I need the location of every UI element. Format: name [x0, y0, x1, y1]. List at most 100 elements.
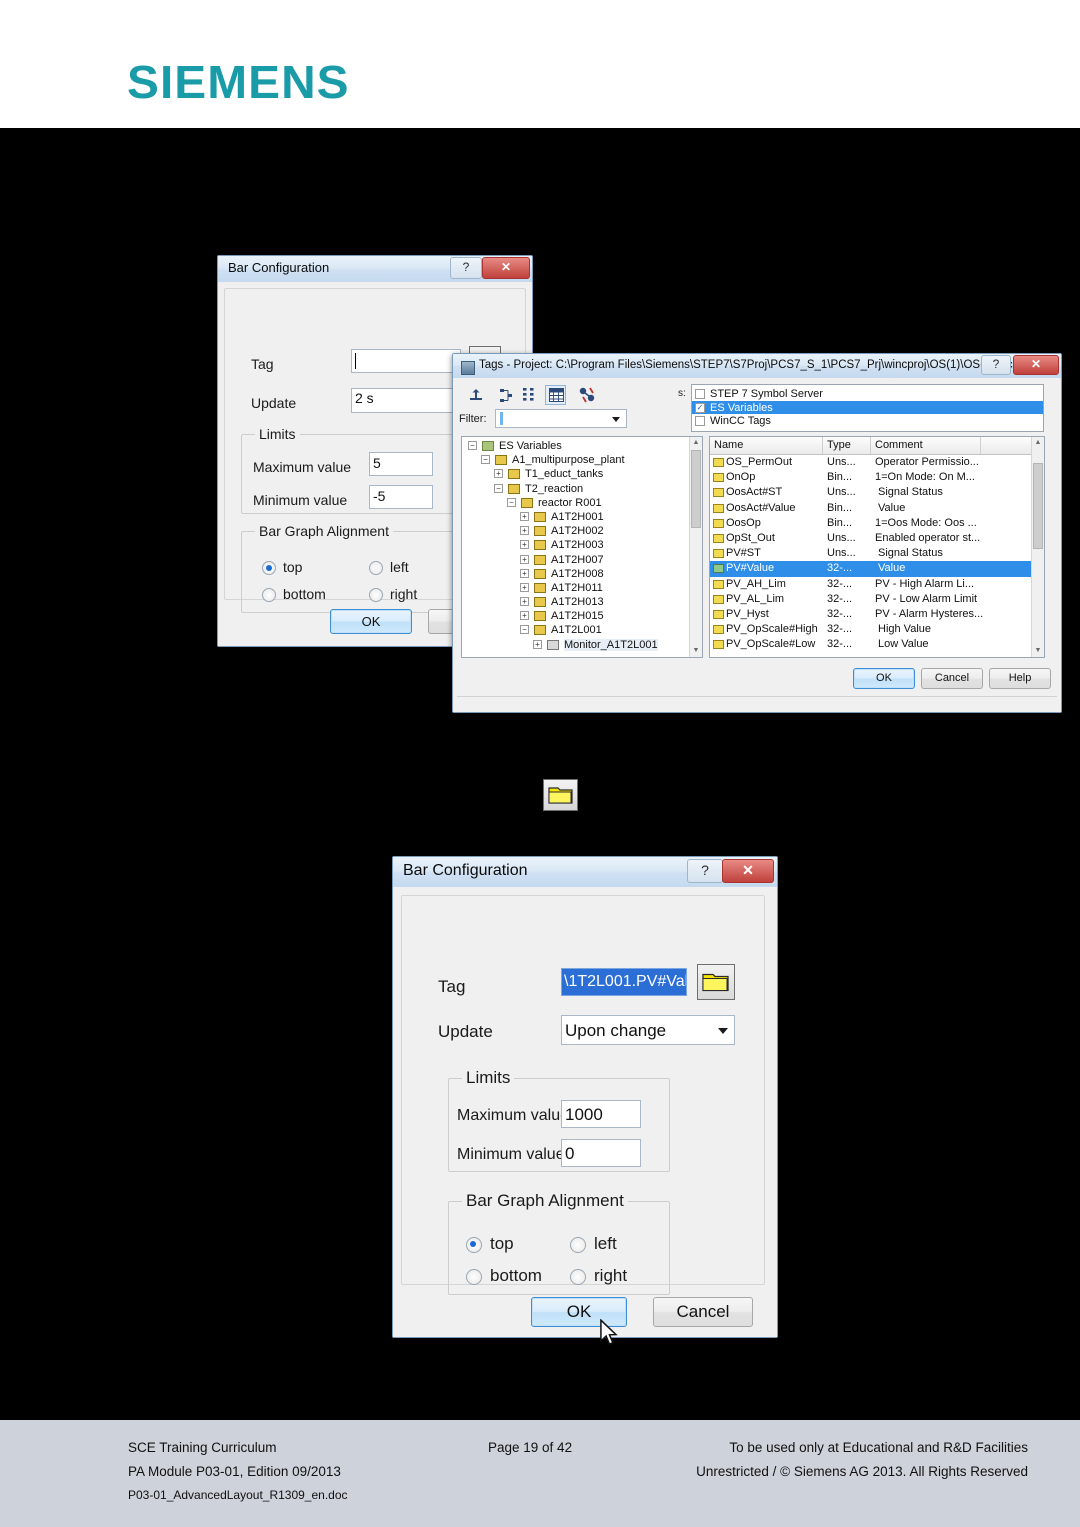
dialog2-close-button[interactable]: ✕	[722, 859, 774, 883]
column-divider[interactable]	[822, 437, 823, 454]
tags-help-button[interactable]: ?	[981, 355, 1011, 375]
expander-icon[interactable]: +	[533, 639, 542, 649]
table-row[interactable]: PV#ST Uns... Signal Status	[710, 546, 1031, 561]
tree-item[interactable]: − reactor R001	[462, 496, 689, 510]
dialog2-min-input[interactable]: 0	[561, 1139, 641, 1167]
dialog1-radio-bottom[interactable]	[262, 588, 276, 602]
tree-item[interactable]: − T2_reaction	[462, 482, 689, 496]
tree-item[interactable]: + A1T2H002	[462, 524, 689, 538]
table-row[interactable]: OosAct#ST Uns... Signal Status	[710, 485, 1031, 500]
tags-cancel-button[interactable]: Cancel	[921, 668, 983, 689]
list-item[interactable]: ✓ ES Variables	[692, 400, 1043, 415]
expander-icon[interactable]: −	[468, 441, 477, 450]
browse-tag-callout-icon-button[interactable]	[543, 779, 578, 811]
tags-grid-panel[interactable]: Name Type Comment OS_PermOut Uns... Oper…	[709, 436, 1045, 658]
table-row[interactable]: PV#Value 32-... Value	[710, 561, 1031, 577]
dialog1-radio-left[interactable]	[369, 561, 383, 575]
dialog2-help-button[interactable]: ?	[687, 859, 723, 883]
scroll-up-icon[interactable]: ▲	[1032, 437, 1044, 449]
tree-item[interactable]: + Monitor_A1T2L001	[462, 638, 689, 652]
dialog1-titlebar[interactable]: Bar Configuration ? ✕	[218, 256, 532, 282]
table-row[interactable]: PV_AH_Lim 32-... PV - High Alarm Li...	[710, 577, 1031, 592]
expander-icon[interactable]: −	[507, 497, 516, 507]
column-header-comment[interactable]: Comment	[875, 439, 923, 451]
table-row[interactable]: OpSt_Out Uns... Enabled operator st...	[710, 531, 1031, 546]
dialog1-radio-right[interactable]	[369, 588, 383, 602]
expander-icon[interactable]: +	[520, 582, 529, 592]
dialog2-titlebar[interactable]: Bar Configuration ? ✕	[393, 857, 777, 887]
dialog2-max-input[interactable]: 1000	[561, 1100, 641, 1128]
tree-item[interactable]: + A1T2H008	[462, 567, 689, 581]
tree-scrollbar[interactable]: ▲ ▼	[689, 437, 702, 657]
tags-ok-button[interactable]: OK	[853, 668, 915, 689]
tree-item[interactable]: + T1_educt_tanks	[462, 467, 689, 481]
table-row[interactable]: OnOp Bin... 1=On Mode: On M...	[710, 470, 1031, 485]
tags-toolbar-up-button[interactable]	[467, 386, 489, 406]
dialog2-tag-input[interactable]: \1T2L001.PV#Value	[561, 968, 687, 996]
table-row[interactable]: OosOp Bin... 1=Oos Mode: Oos ...	[710, 516, 1031, 531]
dialog1-close-button[interactable]: ✕	[482, 257, 530, 279]
dialog2-browse-tag-button[interactable]	[697, 964, 735, 1000]
column-divider[interactable]	[870, 437, 871, 454]
tags-toolbar-expand-button[interactable]	[498, 386, 520, 406]
dialog2-update-select[interactable]: Upon change	[561, 1015, 735, 1045]
scroll-down-icon[interactable]: ▼	[690, 645, 702, 657]
table-row[interactable]: PV_OpScale#Low 32-... Low Value	[710, 637, 1031, 652]
tags-sources-list[interactable]: STEP 7 Symbol Server ✓ ES Variables WinC…	[691, 384, 1044, 432]
tags-help-action-button[interactable]: Help	[989, 668, 1051, 689]
tree-item[interactable]: + A1T2H007	[462, 553, 689, 567]
table-row[interactable]: OS_PermOut Uns... Operator Permissio...	[710, 455, 1031, 470]
expander-icon[interactable]: +	[520, 568, 529, 578]
expander-icon[interactable]: −	[481, 455, 490, 465]
checkbox[interactable]: ✓	[695, 402, 705, 413]
column-divider[interactable]	[980, 437, 981, 454]
list-item[interactable]: STEP 7 Symbol Server	[692, 387, 1043, 401]
table-row[interactable]: PV_AL_Lim 32-... PV - Low Alarm Limit	[710, 592, 1031, 607]
scroll-down-icon[interactable]: ▼	[1032, 645, 1044, 657]
dialog1-tag-input[interactable]	[351, 349, 461, 373]
tags-tree-panel[interactable]: − ES Variables − A1_multipurpose_plant +…	[461, 436, 703, 658]
column-header-type[interactable]: Type	[827, 439, 851, 451]
grid-scrollbar[interactable]: ▲ ▼	[1031, 437, 1044, 657]
tree-item[interactable]: + A1T2H013	[462, 595, 689, 609]
expander-icon[interactable]: −	[520, 625, 529, 635]
scrollbar-thumb[interactable]	[1033, 463, 1043, 549]
expander-icon[interactable]: +	[520, 611, 529, 621]
expander-icon[interactable]: +	[520, 597, 529, 607]
column-header-name[interactable]: Name	[714, 439, 743, 451]
tags-toolbar-grid-button[interactable]	[545, 385, 566, 405]
expander-icon[interactable]: −	[494, 483, 503, 493]
tags-toolbar-connect-button[interactable]	[577, 386, 599, 406]
tree-item[interactable]: + A1T2H011	[462, 581, 689, 595]
table-row[interactable]: PV_Hyst 32-... PV - Alarm Hysteres...	[710, 607, 1031, 622]
expander-icon[interactable]: +	[520, 526, 529, 536]
tree-item[interactable]: + A1T2H015	[462, 609, 689, 623]
checkbox[interactable]	[695, 416, 705, 427]
table-row[interactable]: OosAct#Value Bin... Value	[710, 501, 1031, 516]
tree-item[interactable]: − ES Variables	[462, 439, 689, 453]
tags-titlebar[interactable]: Tags - Project: C:\Program Files\Siemens…	[453, 354, 1061, 378]
table-row[interactable]: PV_OpScale#High 32-... High Value	[710, 622, 1031, 637]
expander-icon[interactable]: +	[520, 511, 529, 521]
dialog2-radio-bottom[interactable]	[466, 1269, 482, 1285]
tags-toolbar-collapse-button[interactable]	[521, 386, 543, 406]
list-item[interactable]: WinCC Tags	[692, 414, 1043, 428]
scroll-up-icon[interactable]: ▲	[690, 437, 702, 449]
tags-filter-input[interactable]	[495, 409, 627, 428]
dialog1-radio-top[interactable]	[262, 561, 276, 575]
expander-icon[interactable]: +	[494, 469, 503, 479]
dialog2-cancel-button[interactable]: Cancel	[653, 1297, 753, 1327]
tree-item[interactable]: + A1T2H003	[462, 538, 689, 552]
dialog1-max-input[interactable]: 5	[369, 452, 433, 476]
dialog2-radio-top[interactable]	[466, 1237, 482, 1253]
tags-close-button[interactable]: ✕	[1013, 355, 1059, 375]
dialog2-radio-right[interactable]	[570, 1269, 586, 1285]
dialog1-help-button[interactable]: ?	[450, 257, 482, 279]
expander-icon[interactable]: +	[520, 540, 529, 550]
dialog1-min-input[interactable]: -5	[369, 485, 433, 509]
dialog2-radio-left[interactable]	[570, 1237, 586, 1253]
tree-item[interactable]: − A1T2L001	[462, 623, 689, 637]
scrollbar-thumb[interactable]	[691, 450, 701, 528]
dialog1-ok-button[interactable]: OK	[330, 609, 412, 634]
tree-item[interactable]: + A1T2H001	[462, 510, 689, 524]
